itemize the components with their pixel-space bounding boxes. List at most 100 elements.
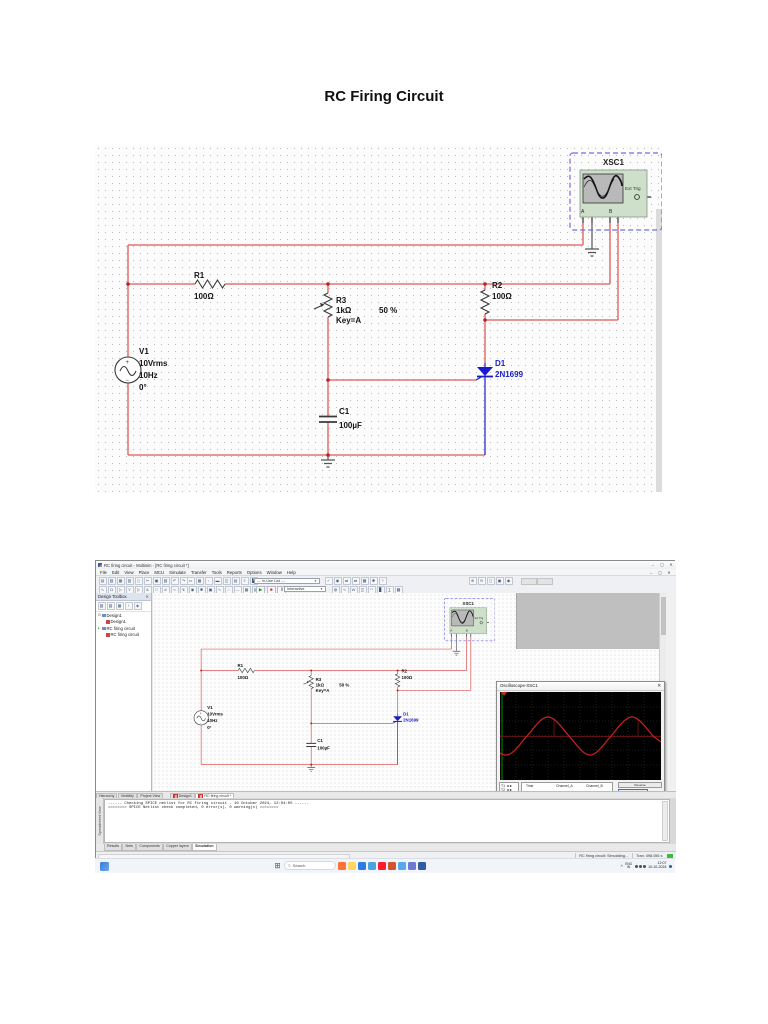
wizard-icon[interactable]: ✱ bbox=[369, 577, 378, 586]
file-explorer-icon[interactable] bbox=[348, 861, 356, 870]
document-window-controls: – ▢ ✕ bbox=[647, 570, 673, 576]
toolbox-new-icon[interactable]: ▧ bbox=[97, 602, 106, 610]
spreadsheet-tab[interactable]: Components bbox=[136, 844, 163, 851]
zoom-100-icon[interactable]: ◉ bbox=[504, 577, 513, 586]
tree-item-label: RC firing circuit bbox=[110, 632, 139, 638]
sheet-icon bbox=[106, 620, 110, 624]
design-toolbox-title: Design Toolbox bbox=[98, 594, 127, 599]
save-icon[interactable]: ▦ bbox=[116, 577, 125, 586]
spreadsheet-tab[interactable]: Results bbox=[104, 844, 122, 851]
document-page: RC Firing Circuit RC firing circuit - Mu… bbox=[0, 0, 768, 1024]
reverse-button[interactable]: Reverse bbox=[618, 782, 662, 789]
spreadsheet-tab[interactable]: Simulation bbox=[192, 844, 217, 851]
start-button-icon[interactable]: ⊞ bbox=[273, 861, 282, 870]
menu-item[interactable]: Place bbox=[139, 570, 150, 575]
open-folder-icon[interactable]: ▧ bbox=[107, 577, 116, 586]
menu-item[interactable]: Help bbox=[287, 570, 296, 575]
minimize-button[interactable]: – bbox=[649, 562, 657, 568]
ultiboard-icon[interactable]: ▩ bbox=[360, 577, 369, 586]
toolbox-up-icon[interactable]: ↑ bbox=[124, 602, 133, 610]
disabled-toolbar-button bbox=[537, 578, 553, 585]
spreadsheet-view-label: Spreadsheet View bbox=[98, 806, 102, 836]
toolbox-save-icon[interactable]: ▦ bbox=[115, 602, 124, 610]
photos-icon[interactable] bbox=[398, 861, 406, 870]
new-file-icon[interactable]: ▤ bbox=[98, 577, 107, 586]
menu-item[interactable]: Options bbox=[247, 570, 262, 575]
undo-icon[interactable]: ↶ bbox=[170, 577, 179, 586]
spreadsheet-tab[interactable]: Copper layers bbox=[163, 844, 192, 851]
print-icon[interactable]: ▥ bbox=[125, 577, 134, 586]
capture-icon[interactable]: ◉ bbox=[333, 577, 342, 586]
interactive-dropdown[interactable]: Interactive ▼ bbox=[284, 586, 326, 592]
menu-item[interactable]: Tools bbox=[212, 570, 222, 575]
ruler-toggle-icon[interactable]: ▬ bbox=[213, 577, 222, 586]
border-toggle-icon[interactable]: ▫ bbox=[204, 577, 213, 586]
in-use-list-dropdown[interactable]: --- In-Use List --- ▼ bbox=[254, 577, 320, 584]
tray-overflow-icon[interactable]: ^ bbox=[621, 864, 623, 869]
design-toolbox-panel: Design Toolbox ✕ ▧ ▨ ▦ ↑ ◈ ⊟ Design1 Design1 bbox=[96, 593, 152, 791]
toolbox-pin-icon[interactable]: ◈ bbox=[133, 602, 142, 610]
multisim-taskbar-icon[interactable] bbox=[418, 861, 426, 870]
clock[interactable]: 12:07 10-10-2024 bbox=[648, 861, 666, 870]
spreadsheet-view-side-strip: Spreadsheet View bbox=[96, 798, 104, 844]
interactive-value: Interactive bbox=[287, 587, 305, 591]
taskbar-center: ⊞ ○ Search bbox=[273, 861, 426, 870]
cut-icon[interactable]: ✂ bbox=[143, 577, 152, 586]
store-icon[interactable] bbox=[408, 861, 416, 870]
design-toolbox-toggle-icon[interactable]: ◫ bbox=[222, 577, 231, 586]
t1-right-arrow-icon[interactable]: ► bbox=[509, 784, 512, 788]
menu-item[interactable]: Simulate bbox=[169, 570, 186, 575]
zoom-in-icon[interactable]: ⊕ bbox=[468, 577, 477, 586]
help-icon[interactable]: ? bbox=[378, 577, 387, 586]
menu-item[interactable]: Reports bbox=[227, 570, 242, 575]
copy-icon[interactable]: ▣ bbox=[152, 577, 161, 586]
panel-close-icon[interactable]: ✕ bbox=[145, 593, 151, 600]
powerpoint-icon[interactable] bbox=[388, 861, 396, 870]
spice-results-pane[interactable]: ------ Checking SPICE netlist for RC fir… bbox=[104, 799, 670, 843]
opera-icon[interactable] bbox=[378, 861, 386, 870]
toolbox-open-icon[interactable]: ▨ bbox=[106, 602, 115, 610]
menu-item[interactable]: File bbox=[100, 570, 107, 575]
spice-netlist-icon[interactable]: ≡ bbox=[240, 577, 249, 586]
menu-item[interactable]: Window bbox=[267, 570, 282, 575]
menu-item[interactable]: Edit bbox=[112, 570, 119, 575]
results-scrollbar[interactable] bbox=[662, 801, 668, 841]
electrical-rules-icon[interactable]: ✓ bbox=[324, 577, 333, 586]
search-box[interactable]: ○ Search bbox=[284, 861, 336, 870]
doc-maximize-button[interactable]: ▢ bbox=[656, 570, 664, 576]
maximize-button[interactable]: ▢ bbox=[658, 562, 666, 568]
full-screen-icon[interactable]: ▭ bbox=[186, 577, 195, 586]
tree-item-label: Design1 bbox=[106, 612, 122, 618]
menu-item[interactable]: Transfer bbox=[191, 570, 207, 575]
zoom-area-icon[interactable]: ◻ bbox=[486, 577, 495, 586]
spreadsheet-toggle-icon[interactable]: ▤ bbox=[231, 577, 240, 586]
widgets-icon[interactable] bbox=[100, 861, 109, 871]
zoom-out-icon[interactable]: ⊖ bbox=[477, 577, 486, 586]
forward-annotate-icon[interactable]: ⇄ bbox=[351, 577, 360, 586]
grid-toggle-icon[interactable]: ▦ bbox=[195, 577, 204, 586]
menu-item[interactable]: MCU bbox=[154, 570, 164, 575]
doc-minimize-button[interactable]: – bbox=[647, 570, 655, 576]
zoom-fit-icon[interactable]: ▣ bbox=[495, 577, 504, 586]
edge-icon[interactable] bbox=[358, 861, 366, 870]
mini-schematic-svg bbox=[183, 594, 495, 785]
close-button[interactable]: ✕ bbox=[667, 562, 675, 568]
onedrive-icon[interactable] bbox=[368, 861, 376, 870]
design-folder-icon bbox=[102, 613, 106, 617]
menu-item[interactable]: View bbox=[124, 570, 133, 575]
firefox-icon[interactable] bbox=[338, 861, 346, 870]
region-code: IN bbox=[627, 865, 631, 869]
back-annotate-icon[interactable]: ⇄ bbox=[342, 577, 351, 586]
oscilloscope-close-icon[interactable]: ✕ bbox=[657, 682, 661, 690]
oscilloscope-title-bar[interactable]: Oscilloscope-XSC1 ✕ bbox=[497, 682, 664, 691]
tree-item-rc-circuit-sheet[interactable]: RC firing circuit bbox=[96, 632, 151, 639]
tray-status-icons[interactable] bbox=[634, 864, 646, 868]
notification-icon[interactable] bbox=[669, 864, 672, 868]
schematic-svg bbox=[95, 145, 662, 492]
paste-icon[interactable]: ▨ bbox=[161, 577, 170, 586]
print-preview-icon[interactable]: ▯ bbox=[134, 577, 143, 586]
spreadsheet-tab[interactable]: Nets bbox=[122, 844, 136, 851]
title-bar[interactable]: RC firing circuit - Multisim - [RC firin… bbox=[96, 561, 676, 569]
doc-close-button[interactable]: ✕ bbox=[665, 570, 673, 576]
language-indicator[interactable]: ENG IN bbox=[625, 862, 632, 870]
